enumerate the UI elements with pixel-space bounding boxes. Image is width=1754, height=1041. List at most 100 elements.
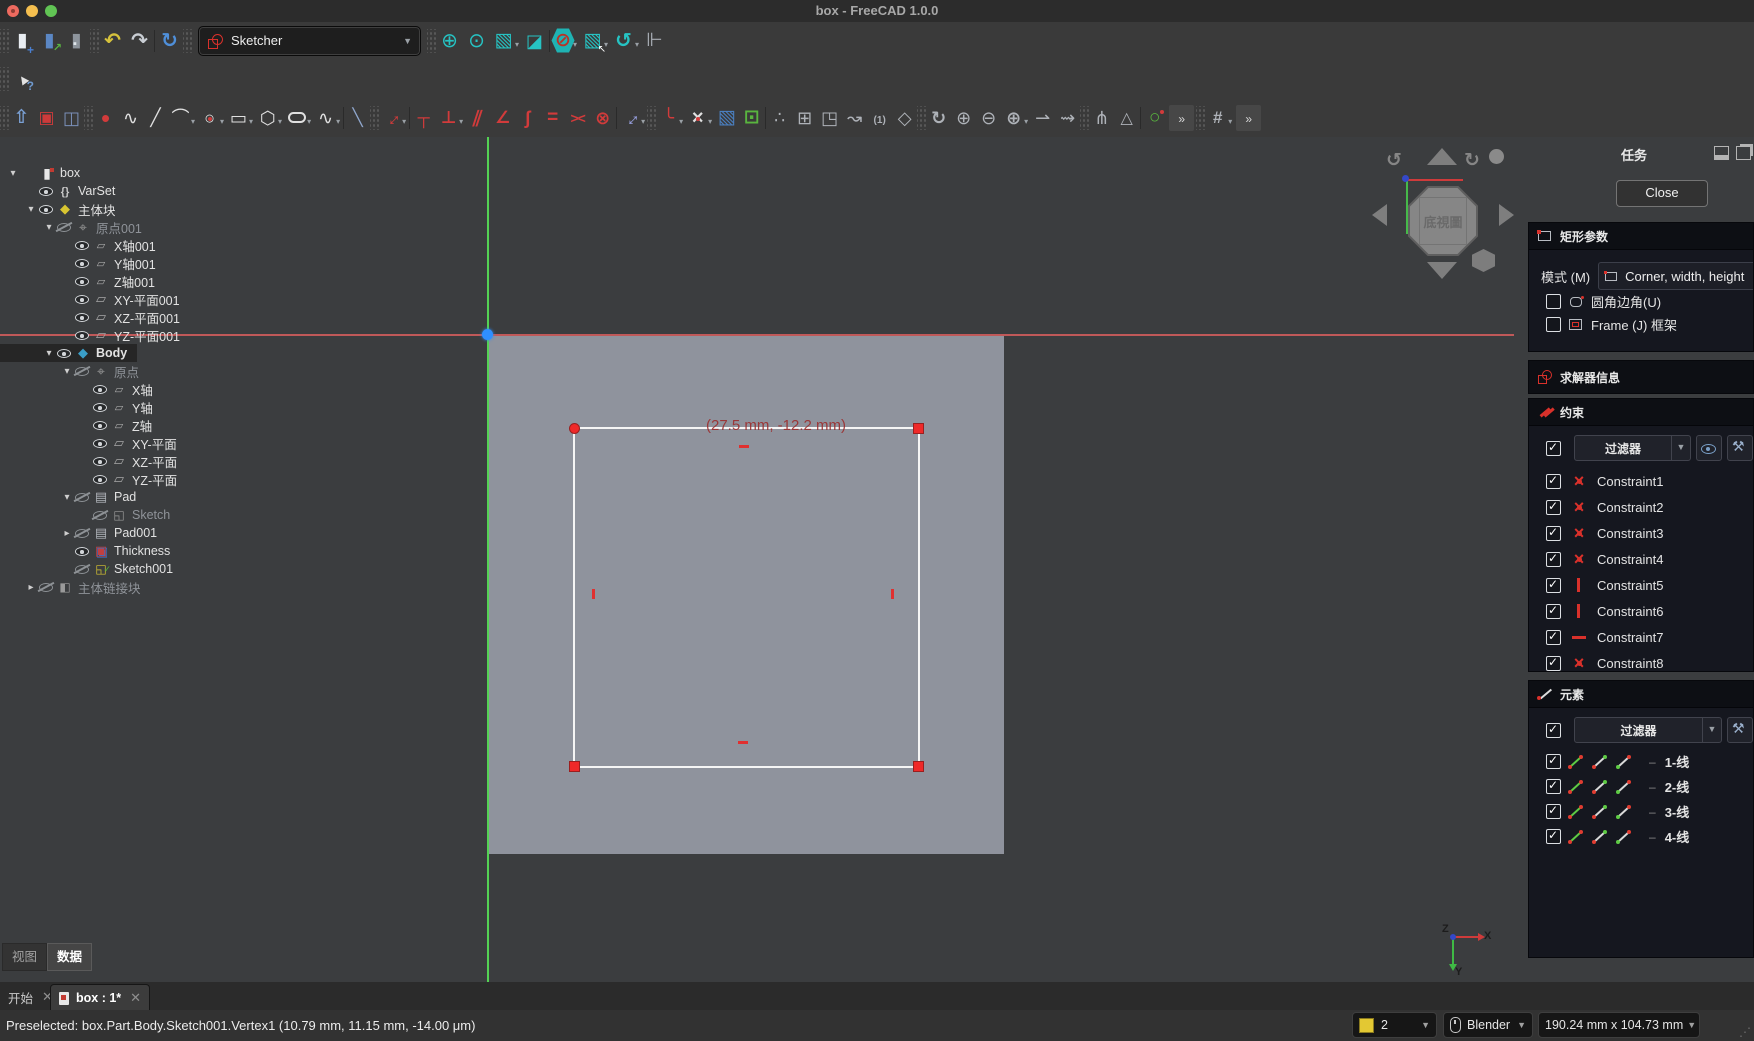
workbench-selector[interactable]: Sketcher ▼ [198, 26, 421, 56]
sketch-vertex[interactable] [913, 423, 924, 434]
close-task-button[interactable]: Close [1616, 180, 1708, 207]
rotate-ccw-arrow-icon[interactable]: ↺ [1386, 149, 1402, 172]
toggle-grid-button[interactable]: ▾ [1205, 105, 1234, 131]
constraint-checkbox[interactable] [1546, 604, 1561, 619]
constraints-settings-button[interactable] [1727, 435, 1753, 461]
box-selection-button[interactable]: ▾ [579, 28, 610, 54]
expand-arrow-icon[interactable] [60, 366, 74, 377]
tree-item[interactable]: XZ-平面001 [0, 308, 260, 326]
tab-data[interactable]: 数据 [47, 943, 92, 971]
element-row[interactable]: – 3-线 [1529, 799, 1753, 824]
toolbar-drag-handle[interactable]: ▾ [0, 29, 9, 53]
tree-item[interactable]: Pad [0, 488, 260, 506]
section-header[interactable]: 求解器信息 [1529, 361, 1753, 393]
rotate-cw-arrow-icon[interactable]: ↻ [1464, 149, 1480, 172]
visibility-eye-icon[interactable] [56, 219, 74, 235]
elements-filter-select[interactable]: 过滤器 ▼ [1574, 717, 1722, 743]
sketch-rectangle[interactable] [573, 427, 920, 768]
align-to-selection-button[interactable]: ▾ [521, 28, 548, 54]
carbon-copy-button[interactable]: ▾ [1142, 105, 1167, 131]
tree-item[interactable]: 主体链接块 [0, 578, 260, 596]
visibility-eye-icon[interactable] [92, 453, 110, 469]
view-section-button[interactable]: ▾ [59, 105, 84, 131]
increase-degree-button[interactable]: ▾ [951, 105, 976, 131]
element-row[interactable]: – 4-线 [1529, 824, 1753, 849]
resize-grip[interactable]: ⋰ [1739, 1025, 1751, 1039]
tree-item[interactable]: XZ-平面 [0, 452, 260, 470]
select-elements-button[interactable]: ▾ [817, 105, 842, 131]
element-checkbox[interactable] [1546, 754, 1561, 769]
tree-item[interactable]: YZ-平面 [0, 470, 260, 488]
element-row[interactable]: – 1-线 [1529, 749, 1753, 774]
tree-item[interactable]: YZ-平面001 [0, 326, 260, 344]
convert-to-nurbs-button[interactable]: ▾ [926, 105, 951, 131]
expand-arrow-icon[interactable] [6, 168, 20, 179]
tree-item[interactable]: Thickness [0, 542, 260, 560]
element-checkbox[interactable] [1546, 804, 1561, 819]
undo-button[interactable]: ▾ [99, 28, 126, 54]
tree-item[interactable]: X轴 [0, 380, 260, 398]
new-file-button[interactable]: ▾ [9, 28, 36, 54]
element-checkbox[interactable] [1546, 829, 1561, 844]
toolbar-drag-handle[interactable]: ▾ [0, 67, 9, 91]
toolbar-overflow-button[interactable]: ▾ [1167, 105, 1196, 131]
navcube-isometric-icon[interactable] [1472, 249, 1495, 272]
toolbar-overflow-button[interactable]: ▾ [1234, 105, 1263, 131]
fillet-button[interactable]: ▾ [656, 105, 685, 131]
element-row[interactable]: – 2-线 [1529, 774, 1753, 799]
constraint-row[interactable]: Constraint8 [1529, 650, 1753, 672]
elements-settings-button[interactable] [1727, 717, 1753, 743]
constraint-row[interactable]: Constraint1 [1529, 468, 1753, 494]
expand-arrow-icon[interactable] [60, 528, 74, 539]
constrain-parallel-button[interactable]: ▾ [465, 105, 490, 131]
tree-item[interactable]: Pad001 [0, 524, 260, 542]
create-polyline-button[interactable]: ▾ [118, 105, 143, 131]
constraint-checkbox[interactable] [1546, 578, 1561, 593]
create-slot-button[interactable]: ▾ [284, 105, 313, 131]
visibility-eye-icon[interactable] [92, 417, 110, 433]
toolbar-drag-handle[interactable]: ▾ [647, 106, 656, 130]
visibility-eye-icon[interactable] [74, 327, 92, 343]
toolbar-drag-handle[interactable]: ▾ [1080, 106, 1089, 130]
bspline-comb-button[interactable]: ▾ [842, 105, 867, 131]
create-line-button[interactable]: ▾ [143, 105, 168, 131]
visibility-eye-icon[interactable] [74, 255, 92, 271]
visibility-eye-icon[interactable] [74, 525, 92, 541]
constraint-checkbox[interactable] [1546, 526, 1561, 541]
switch-virtual-space-button[interactable]: ▾ [892, 105, 917, 131]
constraint-row[interactable]: Constraint3 [1529, 520, 1753, 546]
tree-item[interactable]: 原点001 [0, 218, 260, 236]
constrain-distance-button[interactable]: ▾ [618, 105, 647, 131]
toolbar-separator[interactable]: ▾ [548, 29, 551, 53]
join-curves-button[interactable]: ▾ [1055, 105, 1080, 131]
visibility-eye-icon[interactable] [74, 309, 92, 325]
toolbar-drag-handle[interactable]: ▾ [90, 29, 99, 53]
constraint-row[interactable]: Constraint2 [1529, 494, 1753, 520]
show-constraints-button[interactable] [1696, 435, 1722, 461]
expand-arrow-icon[interactable] [42, 222, 56, 233]
constraint-checkbox[interactable] [1546, 630, 1561, 645]
navigation-cube[interactable]: ↺ ↻ 底視圖 [1368, 143, 1520, 285]
toolbar-drag-handle[interactable]: ▾ [427, 29, 436, 53]
expand-arrow-icon[interactable] [24, 204, 38, 215]
preselected-origin-point[interactable] [482, 329, 493, 340]
insert-knot-button[interactable]: ▾ [1030, 105, 1055, 131]
constraint-row[interactable]: Constraint7 [1529, 624, 1753, 650]
open-file-button[interactable]: ▾ [36, 28, 63, 54]
visibility-eye-icon[interactable] [92, 435, 110, 451]
construction-mode-button[interactable]: ▾ [345, 105, 370, 131]
visibility-eye-icon[interactable] [74, 237, 92, 253]
visibility-eye-icon[interactable] [74, 543, 92, 559]
option-checkbox[interactable] [1546, 317, 1561, 332]
visibility-eye-icon[interactable] [38, 579, 56, 595]
visibility-eye-icon[interactable] [74, 291, 92, 307]
view-sketch-button[interactable]: ▾ [34, 105, 59, 131]
constraints-master-checkbox[interactable] [1546, 441, 1561, 456]
toolbar-drag-handle[interactable]: ▾ [370, 106, 379, 130]
tab-box-document[interactable]: box : 1* ✕ [50, 984, 150, 1011]
tree-item[interactable]: 主体块 [0, 200, 260, 218]
tree-item[interactable]: XY-平面 [0, 434, 260, 452]
zoom-selection-button[interactable]: ▾ [463, 28, 490, 54]
create-rectangle-button[interactable]: ▾ [226, 105, 255, 131]
constraint-checkbox[interactable] [1546, 552, 1561, 567]
